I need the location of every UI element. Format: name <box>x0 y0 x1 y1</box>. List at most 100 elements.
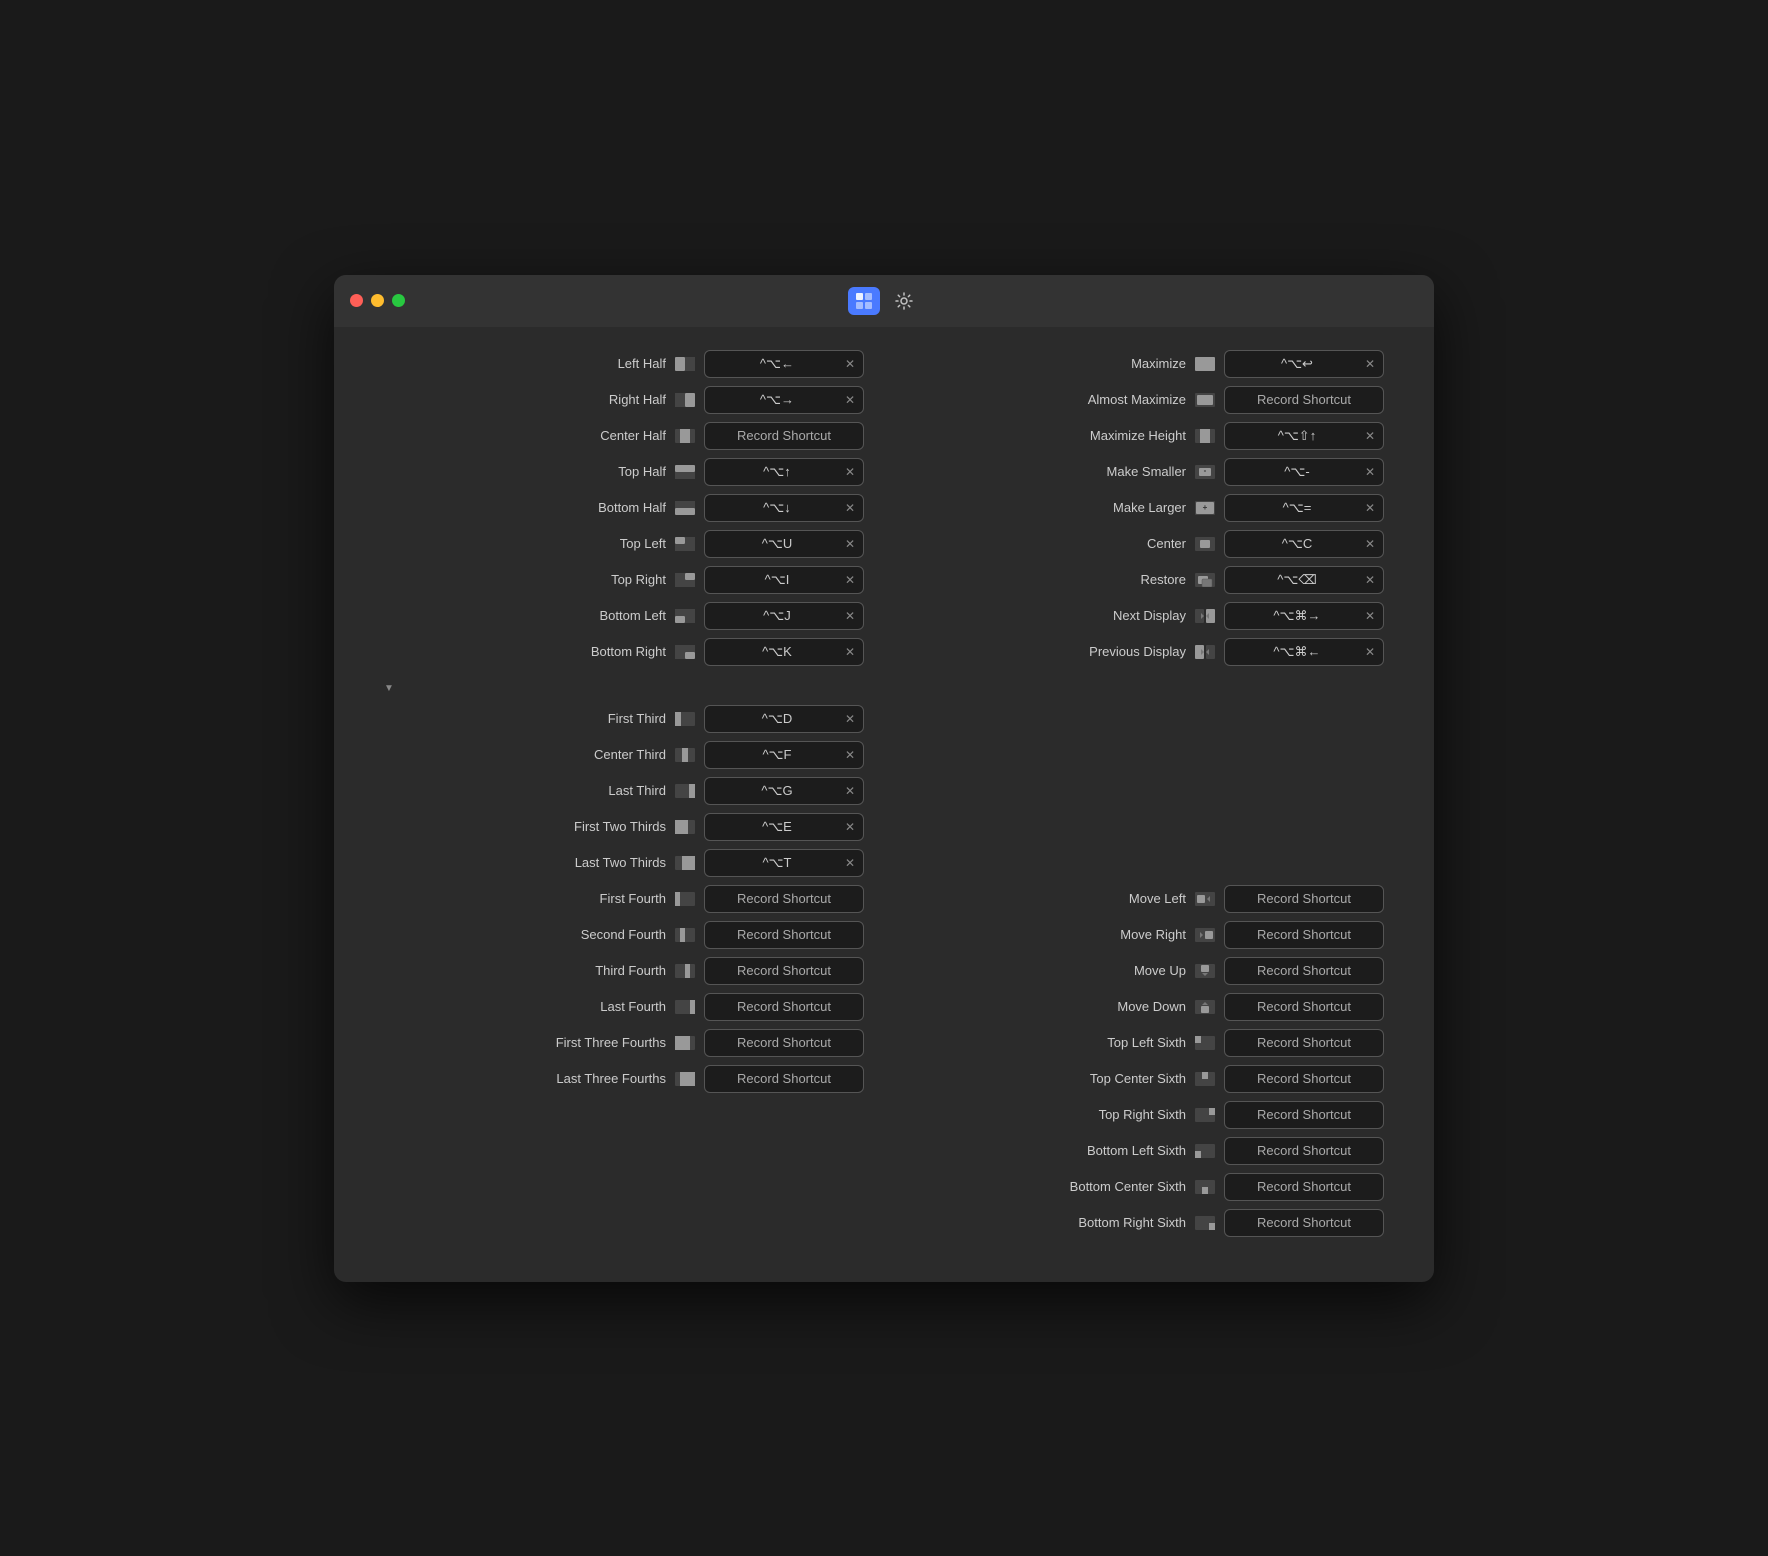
icon-left-half <box>674 356 696 372</box>
clear-btn-maximize-height[interactable]: ✕ <box>1365 429 1375 443</box>
record-btn-top-right-sixth[interactable]: Record Shortcut <box>1224 1101 1384 1129</box>
record-btn-move-left[interactable]: Record Shortcut <box>1224 885 1384 913</box>
icon-top-half <box>674 464 696 480</box>
shortcut-row-bottom-left: Bottom Left^⌥J✕ <box>384 599 864 633</box>
clear-btn-next-display[interactable]: ✕ <box>1365 609 1375 623</box>
shortcut-row-center-third: Center Third^⌥F✕ <box>384 738 864 772</box>
shortcut-field-center-third[interactable]: ^⌥F ✕ <box>704 741 864 769</box>
clear-btn-top-right[interactable]: ✕ <box>845 573 855 587</box>
shortcut-field-previous-display[interactable]: ^⌥⌘← ✕ <box>1224 638 1384 666</box>
clear-btn-right-half[interactable]: ✕ <box>845 393 855 407</box>
shortcut-field-next-display[interactable]: ^⌥⌘→ ✕ <box>1224 602 1384 630</box>
record-btn-third-fourth[interactable]: Record Shortcut <box>704 957 864 985</box>
shortcut-row-move-up: Move UpRecord Shortcut <box>904 954 1384 988</box>
clear-btn-first-two-thirds[interactable]: ✕ <box>845 820 855 834</box>
shortcut-row-bottom-half: Bottom Half ^⌥↓✕ <box>384 491 864 525</box>
record-btn-center-half[interactable]: Record Shortcut <box>704 422 864 450</box>
record-btn-move-down[interactable]: Record Shortcut <box>1224 993 1384 1021</box>
shortcut-field-bottom-left[interactable]: ^⌥J✕ <box>704 602 864 630</box>
record-btn-bottom-center-sixth[interactable]: Record Shortcut <box>1224 1173 1384 1201</box>
shortcut-field-top-left[interactable]: ^⌥U✕ <box>704 530 864 558</box>
record-btn-last-three-fourths[interactable]: Record Shortcut <box>704 1065 864 1093</box>
shortcuts-tab-btn[interactable] <box>848 287 880 315</box>
label-bottom-center-sixth: Bottom Center Sixth <box>1070 1179 1186 1194</box>
record-btn-first-fourth[interactable]: Record Shortcut <box>704 885 864 913</box>
shortcut-field-first-third[interactable]: ^⌥D✕ <box>704 705 864 733</box>
shortcut-field-top-half[interactable]: ^⌥↑✕ <box>704 458 864 486</box>
shortcut-field-restore[interactable]: ^⌥⌫✕ <box>1224 566 1384 594</box>
shortcut-value-center-third: ^⌥F <box>713 747 841 763</box>
label-bottom-half: Bottom Half <box>598 500 666 515</box>
icon-move-right <box>1194 927 1216 943</box>
shortcut-field-bottom-right[interactable]: ^⌥K✕ <box>704 638 864 666</box>
clear-btn-last-two-thirds[interactable]: ✕ <box>845 856 855 870</box>
shortcut-field-last-third[interactable]: ^⌥G ✕ <box>704 777 864 805</box>
shortcut-row-last-two-thirds: Last Two Thirds^⌥T✕ <box>384 846 864 880</box>
shortcut-row-bottom-center-sixth: Bottom Center Sixth Record Shortcut <box>904 1170 1384 1204</box>
record-btn-first-three-fourths[interactable]: Record Shortcut <box>704 1029 864 1057</box>
label-last-three-fourths: Last Three Fourths <box>556 1071 666 1086</box>
clear-btn-left-half[interactable]: ✕ <box>845 357 855 371</box>
shortcut-field-top-right[interactable]: ^⌥I✕ <box>704 566 864 594</box>
clear-btn-make-larger[interactable]: ✕ <box>1365 501 1375 515</box>
shortcut-field-bottom-half[interactable]: ^⌥↓✕ <box>704 494 864 522</box>
shortcut-field-center[interactable]: ^⌥C✕ <box>1224 530 1384 558</box>
maximize-window-button[interactable] <box>392 294 405 307</box>
record-btn-top-center-sixth[interactable]: Record Shortcut <box>1224 1065 1384 1093</box>
shortcut-row-bottom-right-sixth: Bottom Right Sixth Record Shortcut <box>904 1206 1384 1240</box>
clear-btn-top-half[interactable]: ✕ <box>845 465 855 479</box>
shortcut-row-first-two-thirds: First Two Thirds^⌥E✕ <box>384 810 864 844</box>
record-btn-last-fourth[interactable]: Record Shortcut <box>704 993 864 1021</box>
clear-btn-bottom-half[interactable]: ✕ <box>845 501 855 515</box>
collapse-triangle[interactable]: ▼ <box>384 683 394 694</box>
right-top-col: Maximize^⌥↩✕Almost MaximizeRecord Shortc… <box>904 347 1384 671</box>
clear-btn-restore[interactable]: ✕ <box>1365 573 1375 587</box>
shortcut-field-right-half[interactable]: ^⌥→✕ <box>704 386 864 414</box>
clear-btn-top-left[interactable]: ✕ <box>845 537 855 551</box>
icon-first-two-thirds <box>674 819 696 835</box>
clear-btn-make-smaller[interactable]: ✕ <box>1365 465 1375 479</box>
shortcut-row-first-third: First Third^⌥D✕ <box>384 702 864 736</box>
shortcut-field-first-two-thirds[interactable]: ^⌥E✕ <box>704 813 864 841</box>
record-btn-second-fourth[interactable]: Record Shortcut <box>704 921 864 949</box>
label-top-center-sixth: Top Center Sixth <box>1090 1071 1186 1086</box>
shortcut-row-top-right-sixth: Top Right SixthRecord Shortcut <box>904 1098 1384 1132</box>
shortcut-field-make-larger[interactable]: ^⌥=✕ <box>1224 494 1384 522</box>
shortcut-field-last-two-thirds[interactable]: ^⌥T✕ <box>704 849 864 877</box>
settings-tab-btn[interactable] <box>888 287 920 315</box>
record-btn-bottom-right-sixth[interactable]: Record Shortcut <box>1224 1209 1384 1237</box>
shortcut-value-last-third: ^⌥G <box>713 783 841 799</box>
icon-last-three-fourths <box>674 1071 696 1087</box>
titlebar <box>334 275 1434 327</box>
clear-btn-previous-display[interactable]: ✕ <box>1365 645 1375 659</box>
label-top-left-sixth: Top Left Sixth <box>1107 1035 1186 1050</box>
label-maximize: Maximize <box>1131 356 1186 371</box>
shortcut-value-previous-display: ^⌥⌘← <box>1233 644 1361 660</box>
clear-btn-first-third[interactable]: ✕ <box>845 712 855 726</box>
icon-last-third <box>674 783 696 799</box>
clear-btn-center[interactable]: ✕ <box>1365 537 1375 551</box>
clear-btn-bottom-left[interactable]: ✕ <box>845 609 855 623</box>
record-btn-move-right[interactable]: Record Shortcut <box>1224 921 1384 949</box>
icon-second-fourth <box>674 927 696 943</box>
label-move-down: Move Down <box>1117 999 1186 1014</box>
icon-center-third <box>674 747 696 763</box>
record-btn-top-left-sixth[interactable]: Record Shortcut <box>1224 1029 1384 1057</box>
minimize-button[interactable] <box>371 294 384 307</box>
shortcut-field-make-smaller[interactable]: ^⌥-✕ <box>1224 458 1384 486</box>
icon-top-right-sixth <box>1194 1107 1216 1123</box>
clear-btn-bottom-right[interactable]: ✕ <box>845 645 855 659</box>
shortcut-row-third-fourth: Third FourthRecord Shortcut <box>384 954 864 988</box>
record-btn-move-up[interactable]: Record Shortcut <box>1224 957 1384 985</box>
clear-btn-last-third[interactable]: ✕ <box>845 784 855 798</box>
shortcut-field-left-half[interactable]: ^⌥←✕ <box>704 350 864 378</box>
shortcut-field-maximize[interactable]: ^⌥↩✕ <box>1224 350 1384 378</box>
record-btn-bottom-left-sixth[interactable]: Record Shortcut <box>1224 1137 1384 1165</box>
clear-btn-center-third[interactable]: ✕ <box>845 748 855 762</box>
record-btn-almost-maximize[interactable]: Record Shortcut <box>1224 386 1384 414</box>
label-bottom-right-sixth: Bottom Right Sixth <box>1078 1215 1186 1230</box>
clear-btn-maximize[interactable]: ✕ <box>1365 357 1375 371</box>
close-button[interactable] <box>350 294 363 307</box>
shortcut-field-maximize-height[interactable]: ^⌥⇧↑✕ <box>1224 422 1384 450</box>
shortcut-value-next-display: ^⌥⌘→ <box>1233 608 1361 624</box>
